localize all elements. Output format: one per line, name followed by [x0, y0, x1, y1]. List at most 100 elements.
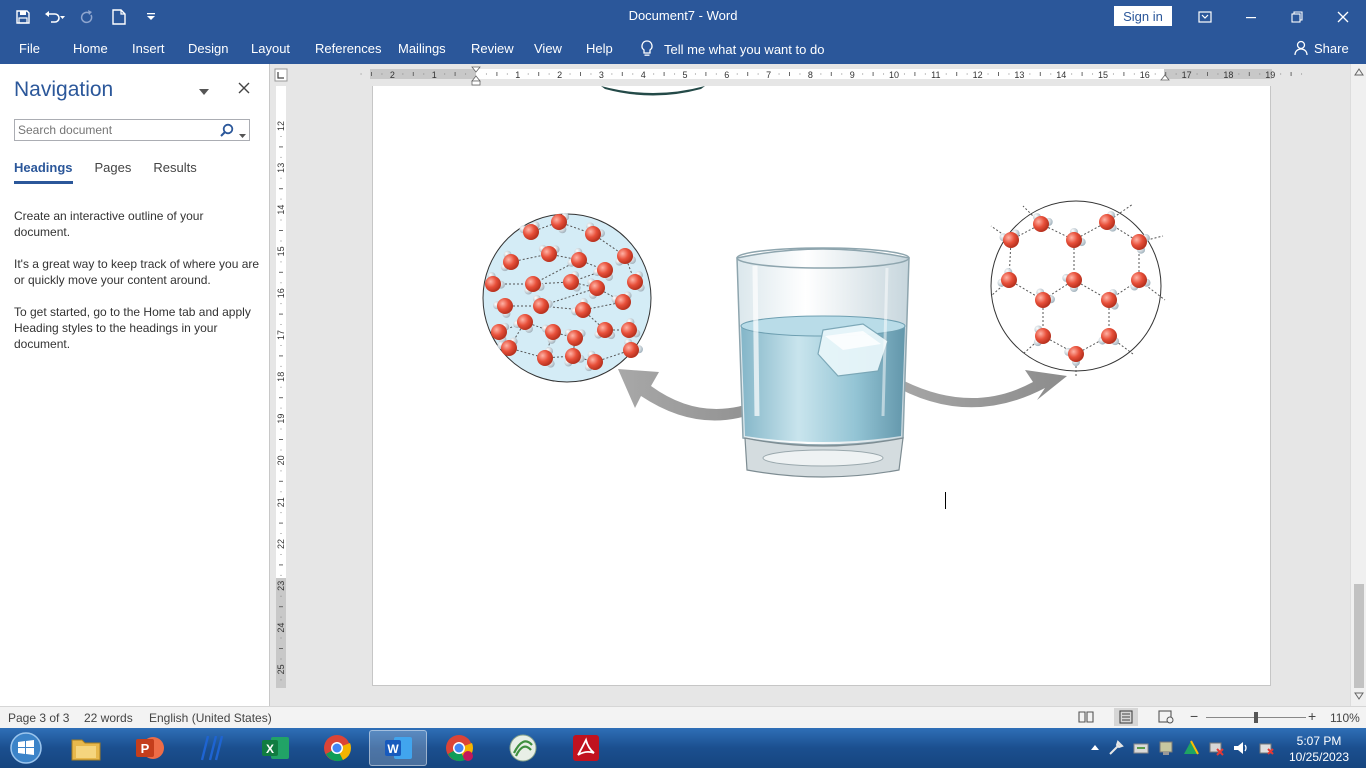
arrow-to-ice: [881, 368, 1067, 408]
tab-home[interactable]: Home: [73, 41, 108, 56]
zoom-slider[interactable]: [1206, 712, 1306, 723]
scrollbar-thumb[interactable]: [1354, 584, 1364, 688]
ruler-label: 15: [276, 246, 286, 256]
search-input[interactable]: [15, 120, 211, 140]
taskbar-acrobat[interactable]: [557, 730, 615, 766]
document-page[interactable]: [372, 86, 1271, 686]
word-count[interactable]: 22 words: [84, 711, 133, 725]
web-layout-icon[interactable]: [1158, 710, 1174, 724]
tab-file[interactable]: File: [19, 41, 40, 56]
ruler-label: 1: [432, 70, 437, 80]
tab-review[interactable]: Review: [471, 41, 514, 56]
svg-text:X: X: [266, 742, 274, 756]
tell-me-search[interactable]: Tell me what you want to do: [640, 40, 824, 58]
system-clock[interactable]: 5:07 PM 10/25/2023: [1282, 733, 1356, 765]
customize-toolbar-button[interactable]: [138, 4, 164, 30]
start-button[interactable]: [0, 730, 52, 766]
ruler-label: 25: [276, 664, 286, 674]
zoom-out-button[interactable]: −: [1190, 708, 1198, 724]
zoom-in-button[interactable]: +: [1308, 708, 1316, 724]
taskbar-powerpoint[interactable]: P: [120, 730, 178, 766]
ruler-label: 20: [276, 455, 286, 465]
vertical-scrollbar[interactable]: [1350, 64, 1366, 706]
network-device-icon[interactable]: [1157, 739, 1175, 757]
horizontal-ruler[interactable]: 2 1 1 2 3 4 5 6 7 8 9 10 11 12 13 14 15 16 17 18 19: [272, 64, 1350, 86]
page-count[interactable]: Page 3 of 3: [8, 711, 69, 725]
restore-button[interactable]: [1274, 0, 1320, 33]
ruler-label: 17: [1182, 70, 1192, 80]
ruler-label: 1: [515, 70, 520, 80]
svg-text:P: P: [141, 741, 150, 756]
close-button[interactable]: [1320, 0, 1366, 33]
navigation-title: Navigation: [14, 78, 114, 101]
read-mode-icon[interactable]: [1078, 710, 1094, 724]
ruler-label: 13: [276, 163, 286, 173]
ruler-label: 13: [1014, 70, 1024, 80]
glass-of-water-with-ice: [736, 247, 910, 478]
clock-time: 5:07 PM: [1296, 734, 1342, 748]
ruler-label: 5: [682, 70, 687, 80]
tab-mailings[interactable]: Mailings: [398, 41, 446, 56]
search-button[interactable]: [220, 123, 234, 140]
ruler-label: 15: [1098, 70, 1108, 80]
sync-icon[interactable]: [1132, 739, 1150, 757]
scroll-up-icon[interactable]: [1354, 68, 1364, 76]
ruler-label: 10: [889, 70, 899, 80]
ribbon-tab-bar: File Home Insert Design Layout Reference…: [0, 33, 1366, 64]
undo-button[interactable]: [42, 4, 68, 30]
minimize-icon: [1246, 16, 1256, 18]
vertical-ruler[interactable]: 12 13 14 15 16 17 18 19 20 21 22 23 24 25: [272, 86, 290, 702]
network-disconnected-icon[interactable]: [1207, 739, 1225, 757]
tab-results[interactable]: Results: [153, 160, 196, 184]
search-options-button[interactable]: [239, 127, 246, 141]
print-layout-button[interactable]: [1114, 708, 1138, 726]
tab-pages[interactable]: Pages: [95, 160, 132, 184]
sign-in-button[interactable]: Sign in: [1114, 6, 1172, 26]
print-layout-icon: [1119, 710, 1133, 724]
navigation-close-button[interactable]: [238, 79, 250, 99]
ribbon-display-options-button[interactable]: [1182, 0, 1228, 33]
tab-headings[interactable]: Headings: [14, 160, 73, 184]
save-button[interactable]: [10, 4, 36, 30]
liquid-water-molecules: [482, 212, 652, 383]
tab-insert[interactable]: Insert: [132, 41, 165, 56]
tab-design[interactable]: Design: [188, 41, 228, 56]
show-hidden-icons-icon[interactable]: [1090, 743, 1100, 753]
ice-lattice-molecules: [990, 200, 1166, 376]
navigation-options-button[interactable]: [199, 84, 209, 98]
taskbar-word[interactable]: W: [369, 730, 427, 766]
document-area[interactable]: [290, 86, 1350, 706]
tab-references[interactable]: References: [315, 41, 381, 56]
search-icon: [220, 123, 234, 137]
taskbar-excel[interactable]: X: [246, 730, 304, 766]
ruler-label: 21: [276, 497, 286, 507]
taskbar-notepad[interactable]: [183, 730, 241, 766]
chevron-down-icon: [199, 89, 209, 95]
new-document-button[interactable]: [106, 4, 132, 30]
language-indicator[interactable]: English (United States): [149, 711, 272, 725]
taskbar-app[interactable]: [494, 730, 552, 766]
navigation-tabs: Headings Pages Results: [14, 160, 219, 184]
ruler-label: 19: [276, 414, 286, 424]
taskbar-chrome[interactable]: [308, 730, 366, 766]
zoom-slider-thumb[interactable]: [1254, 712, 1258, 723]
drive-icon[interactable]: [1182, 739, 1200, 757]
tab-view[interactable]: View: [534, 41, 562, 56]
share-button[interactable]: Share: [1294, 40, 1349, 56]
redo-icon: [80, 9, 93, 23]
notepad-icon: [200, 735, 224, 761]
power-icon[interactable]: [1257, 739, 1275, 757]
water-ice-illustration[interactable]: [373, 86, 1272, 686]
person-icon: [1294, 40, 1308, 56]
search-box: [14, 119, 250, 141]
volume-icon[interactable]: [1232, 739, 1250, 757]
tools-icon[interactable]: [1107, 739, 1125, 757]
minimize-button[interactable]: [1228, 0, 1274, 33]
zoom-level[interactable]: 110%: [1330, 711, 1360, 725]
tab-layout[interactable]: Layout: [251, 41, 290, 56]
taskbar-file-explorer[interactable]: [57, 730, 115, 766]
scroll-down-icon[interactable]: [1354, 692, 1364, 700]
tab-help[interactable]: Help: [586, 41, 613, 56]
redo-button[interactable]: [74, 4, 100, 30]
taskbar-chrome-profile[interactable]: [431, 730, 489, 766]
